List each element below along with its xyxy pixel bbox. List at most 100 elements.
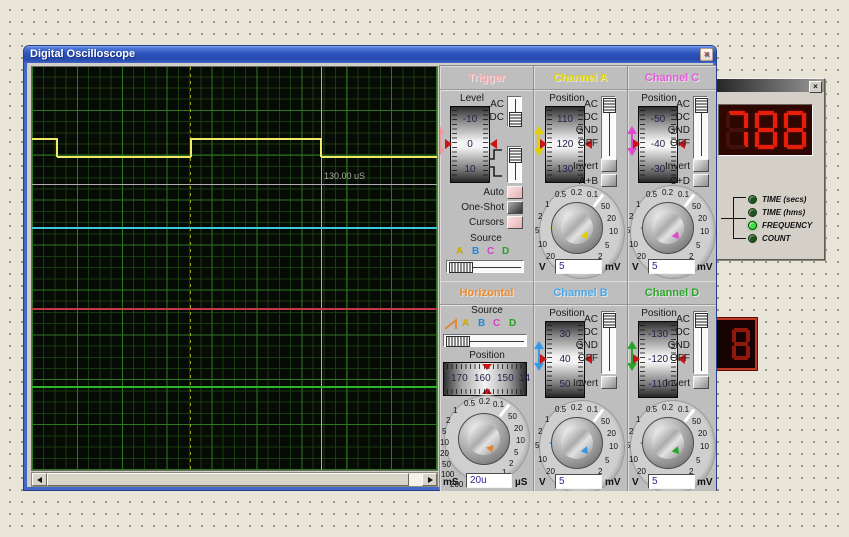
source-d-label: D — [502, 246, 509, 257]
ac-label: AC — [564, 99, 598, 110]
invert-button[interactable] — [693, 159, 709, 172]
source-slider-thumb[interactable] — [446, 336, 470, 347]
trigger-panel: Trigger Level -10 0 10 AC DC — [440, 66, 534, 281]
trigger-source-slider[interactable] — [446, 260, 524, 273]
channel-c-title: Channel C — [628, 66, 716, 90]
invert-button[interactable] — [601, 376, 617, 389]
channel-a-coupling-slider[interactable] — [601, 96, 616, 159]
invert-label: Invert — [648, 378, 690, 389]
falling-edge-icon — [488, 165, 503, 178]
millivolts-unit-label: mV — [697, 262, 713, 273]
channel-d-trace — [32, 386, 437, 388]
position-tick: 14 — [519, 373, 530, 384]
knob-scale: 10 — [538, 455, 547, 464]
channel-d-coupling-slider[interactable] — [693, 311, 708, 374]
coupling-slider-thumb[interactable] — [695, 98, 708, 113]
channel-a-gain-knob[interactable] — [551, 202, 603, 254]
channel-a-gain-value[interactable]: 5 — [555, 259, 602, 274]
trigger-title: Trigger — [440, 66, 533, 90]
one-shot-button[interactable] — [507, 201, 523, 214]
millivolts-unit-label: mV — [605, 262, 621, 273]
channel-a-trace — [56, 138, 58, 157]
source-b-label: B — [472, 246, 479, 257]
dial-pointer-left — [633, 139, 640, 149]
knob-scale: 2 — [509, 459, 513, 468]
knob-scale: 0.2 — [479, 397, 490, 406]
sum-button[interactable] — [601, 174, 617, 187]
cursor-vertical-line[interactable] — [321, 67, 322, 470]
knob-scale: 5 — [605, 456, 609, 465]
channel-b-gain-value[interactable]: 5 — [555, 474, 602, 489]
timebase-value[interactable]: 20u — [466, 473, 512, 488]
knob-scale: 0.5 — [646, 405, 657, 414]
cursor-horizontal-line[interactable] — [32, 184, 437, 185]
coupling-slider-thumb[interactable] — [603, 98, 616, 113]
count-led — [748, 234, 757, 243]
trigger-position-marker[interactable] — [190, 67, 191, 470]
scroll-right-button[interactable] — [422, 473, 437, 486]
channel-d-gain-knob[interactable] — [642, 417, 694, 469]
channel-d-panel: Channel D Position -130 -120 -110 AC DC … — [628, 281, 716, 491]
channel-b-coupling-slider[interactable] — [601, 311, 616, 374]
knob-scale: 20 — [698, 214, 707, 223]
mode-bracket — [733, 238, 746, 239]
knob-scale: 10 — [609, 442, 618, 451]
coupling-slider-thumb[interactable] — [695, 313, 708, 328]
channel-d-gain-value[interactable]: 5 — [648, 474, 695, 489]
sum-button[interactable] — [693, 174, 709, 187]
knob-scale: 0.2 — [662, 188, 673, 197]
horizontal-source-slider[interactable] — [443, 334, 527, 347]
coupling-slider-thumb[interactable] — [509, 112, 522, 127]
knob-scale: 50 — [692, 202, 701, 211]
knob-scale: 2 — [538, 427, 542, 436]
cursors-label: Cursors — [450, 217, 504, 228]
auto-button[interactable] — [507, 186, 523, 199]
source-slider-thumb[interactable] — [449, 262, 473, 273]
counter-close-icon[interactable]: × — [809, 81, 822, 93]
knob-scale: 0.1 — [587, 190, 598, 199]
trigger-coupling-slider[interactable] — [507, 96, 522, 127]
knob-scale: 5 — [605, 241, 609, 250]
level-tick: 10 — [464, 164, 475, 175]
led-label: FREQUENCY — [762, 221, 812, 230]
channel-c-gain-knob[interactable] — [642, 202, 694, 254]
knob-scale: 2 — [446, 416, 450, 425]
channel-c-coupling-slider[interactable] — [693, 96, 708, 159]
position-tick: 170 — [451, 373, 468, 384]
cursors-button[interactable] — [507, 216, 523, 229]
trigger-edge-slider[interactable] — [507, 146, 522, 183]
scope-screen[interactable]: 130.00 uS — [31, 66, 438, 471]
knob-scale: 1 — [636, 415, 640, 424]
channel-c-gain-value[interactable]: 5 — [648, 259, 695, 274]
knob-scale: 0.5 — [464, 399, 475, 408]
horizontal-position-dial[interactable]: 170 160 150 14 — [443, 362, 527, 396]
knob-scale: 5 — [628, 441, 630, 450]
led-label: TIME (hms) — [762, 208, 805, 217]
knob-scale: 5 — [696, 456, 700, 465]
off-label: OFF — [564, 138, 598, 149]
window-titlebar[interactable]: Digital Oscilloscope × — [24, 46, 716, 63]
edge-slider-thumb[interactable] — [509, 148, 522, 163]
channel-b-gain-knob[interactable] — [551, 417, 603, 469]
knob-scale: 20 — [637, 252, 646, 261]
scrollbar-thumb[interactable] — [47, 473, 409, 486]
coupling-slider-thumb[interactable] — [603, 313, 616, 328]
knob-scale: 1 — [545, 415, 549, 424]
knob-scale: 20 — [637, 467, 646, 476]
knob-scale: 20 — [546, 467, 555, 476]
channel-d-title: Channel D — [628, 281, 716, 305]
off-label: OFF — [656, 353, 690, 364]
timebase-knob[interactable] — [458, 413, 510, 465]
counter-titlebar[interactable]: × — [707, 79, 824, 92]
knob-scale: 5 — [442, 427, 446, 436]
ac-label: AC — [564, 314, 598, 325]
invert-button[interactable] — [693, 376, 709, 389]
screen-scrollbar[interactable] — [31, 472, 438, 487]
gnd-label: GND — [564, 340, 598, 351]
close-icon[interactable]: × — [700, 48, 713, 61]
dc-label: DC — [480, 112, 504, 123]
knob-scale: 2 — [629, 427, 633, 436]
invert-button[interactable] — [601, 159, 617, 172]
knob-scale: 20 — [514, 424, 523, 433]
scroll-left-button[interactable] — [32, 473, 47, 486]
